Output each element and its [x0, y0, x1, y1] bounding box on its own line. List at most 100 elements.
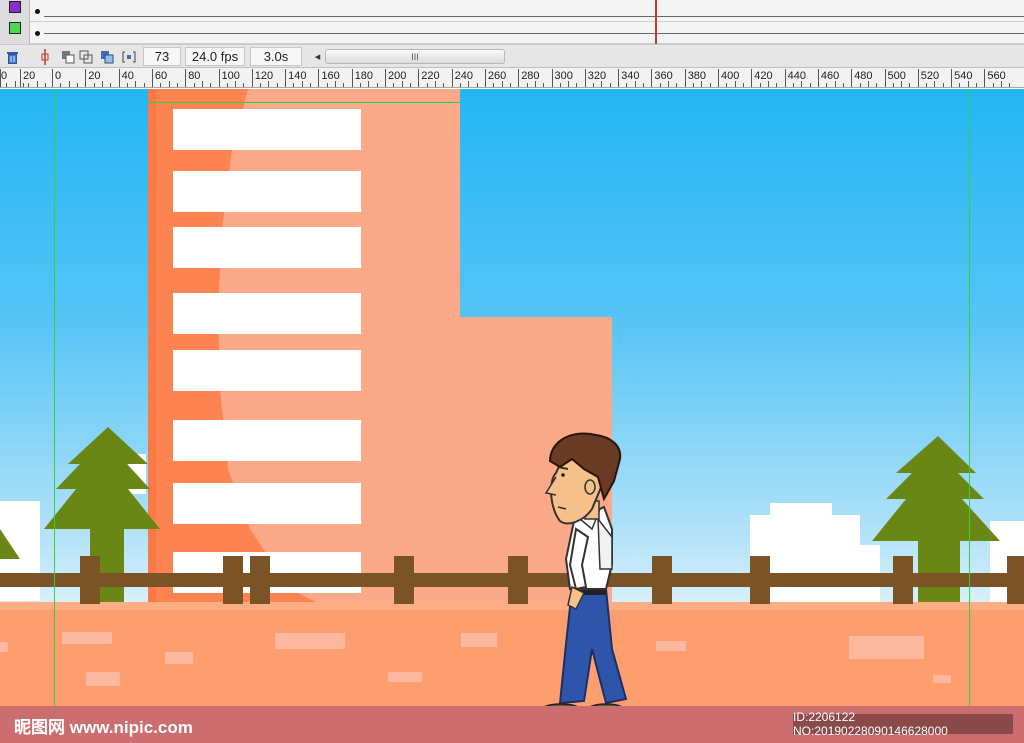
- guide-line-right[interactable]: [969, 89, 970, 743]
- elapsed-time-field: 3.0s: [250, 47, 302, 66]
- ruler-tick: [52, 69, 53, 87]
- ruler-minor-tick: [60, 83, 62, 87]
- watermark-site: 昵图网 www.nipic.com: [14, 718, 193, 737]
- ruler-label: 20: [88, 70, 101, 82]
- ruler-minor-tick: [260, 83, 262, 87]
- center-frame-icon[interactable]: [36, 48, 53, 65]
- keyframe-dot[interactable]: [35, 9, 40, 14]
- ruler-label: 300: [554, 70, 573, 82]
- ruler-minor-tick: [268, 81, 270, 87]
- scroll-grip[interactable]: III: [411, 52, 419, 62]
- ruler-minor-tick: [193, 83, 195, 87]
- ruler-minor-tick: [276, 83, 278, 87]
- ruler-minor-tick: [210, 83, 212, 87]
- ruler-minor-tick: [235, 81, 237, 87]
- layer-column: [0, 0, 30, 44]
- ruler-minor-tick: [1009, 83, 1011, 87]
- ruler-label: 60: [154, 70, 168, 82]
- ruler-minor-tick: [643, 83, 645, 87]
- ruler-tick: [651, 69, 653, 87]
- ruler-tick: [451, 69, 453, 87]
- ruler-tick: [251, 69, 253, 87]
- scroll-left-arrow-icon[interactable]: ◂: [309, 48, 326, 65]
- ruler-minor-tick: [668, 81, 670, 87]
- ruler-minor-tick: [926, 83, 928, 87]
- ruler-minor-tick: [22, 83, 24, 87]
- ruler-minor-tick: [14, 81, 16, 87]
- ruler-minor-tick: [709, 83, 711, 87]
- ruler-label: 480: [854, 70, 873, 82]
- ruler-minor-tick: [101, 81, 103, 87]
- ruler-minor-tick: [443, 83, 445, 87]
- timeline-panel: 73 24.0 fps 3.0s ◂ III: [0, 0, 1024, 68]
- ruler-tick: [584, 69, 586, 87]
- onion-skin-icon[interactable]: [59, 48, 76, 65]
- ruler-minor-tick: [434, 81, 436, 87]
- ruler-tick: [984, 69, 986, 87]
- keyframe-dot[interactable]: [35, 31, 40, 36]
- ruler-tick: [951, 69, 953, 87]
- ruler-tick: [884, 69, 886, 87]
- ruler-minor-tick: [36, 81, 38, 87]
- ruler-label: 340: [621, 70, 640, 82]
- ruler-label: 20: [23, 70, 36, 82]
- ruler-minor-tick: [459, 83, 461, 87]
- ruler-minor-tick: [859, 83, 861, 87]
- ruler-label: 560: [987, 70, 1006, 82]
- animation-scene: [0, 89, 1024, 719]
- ruler-minor-tick: [693, 83, 695, 87]
- playhead[interactable]: [655, 0, 657, 44]
- ruler-tick: [351, 69, 353, 87]
- ruler-minor-tick: [767, 81, 769, 87]
- cloud-right: [750, 503, 1024, 605]
- ruler-minor-tick: [976, 83, 978, 87]
- layer-color-swatch-icon[interactable]: [9, 22, 21, 34]
- modify-onion-markers-icon[interactable]: [120, 48, 137, 65]
- building-windows: [173, 109, 361, 593]
- layer-color-swatch-icon[interactable]: [9, 1, 21, 13]
- guide-line-left[interactable]: [54, 89, 55, 743]
- ruler-minor-tick: [568, 81, 570, 87]
- edit-multiple-frames-icon[interactable]: [98, 48, 115, 65]
- ruler-label: 240: [454, 70, 473, 82]
- building: [148, 89, 612, 609]
- ruler-label: 200: [388, 70, 407, 82]
- guide-line-top[interactable]: [148, 102, 460, 103]
- ruler-minor-tick: [393, 83, 395, 87]
- frame-rate-field[interactable]: 24.0 fps: [185, 47, 245, 66]
- ruler-label: 520: [920, 70, 940, 82]
- stage-canvas[interactable]: 昵图网 www.nipic.com ID:2206122 NO:20190228…: [0, 89, 1024, 743]
- trash-icon[interactable]: [4, 48, 21, 65]
- ruler-label: 500: [887, 70, 906, 82]
- ruler-label: 320: [587, 70, 607, 82]
- timeline-scrollbar[interactable]: III: [325, 49, 505, 64]
- current-frame-field[interactable]: 73: [143, 47, 181, 66]
- ruler-label: 80: [188, 70, 201, 82]
- ruler-minor-tick: [168, 81, 170, 87]
- layer-track[interactable]: [30, 22, 1024, 44]
- ruler-label: 180: [354, 70, 374, 82]
- ruler-minor-tick: [992, 83, 994, 87]
- ruler-tick: [118, 69, 120, 87]
- ruler-tick: [817, 69, 819, 87]
- ruler-minor-tick: [426, 83, 428, 87]
- ruler-minor-tick: [501, 81, 503, 87]
- onion-skin-outlines-icon[interactable]: [77, 48, 94, 65]
- layer-track[interactable]: [30, 0, 1024, 22]
- ruler-minor-tick: [942, 83, 944, 87]
- ruler-minor-tick: [909, 83, 911, 87]
- ruler-minor-tick: [626, 83, 628, 87]
- ruler-minor-tick: [676, 83, 678, 87]
- ruler-minor-tick: [468, 81, 470, 87]
- ruler-minor-tick: [6, 83, 8, 87]
- ruler-minor-tick: [876, 83, 878, 87]
- ruler-label: 440: [787, 70, 806, 82]
- ruler-minor-tick: [68, 81, 70, 87]
- ruler-minor-tick: [759, 83, 761, 87]
- ruler-label: 460: [820, 70, 840, 82]
- ruler-tick: [751, 69, 753, 87]
- ruler-minor-tick: [826, 83, 828, 87]
- ruler-tick: [318, 69, 320, 87]
- ruler-minor-tick: [301, 81, 303, 87]
- ruler-label: 380: [687, 70, 707, 82]
